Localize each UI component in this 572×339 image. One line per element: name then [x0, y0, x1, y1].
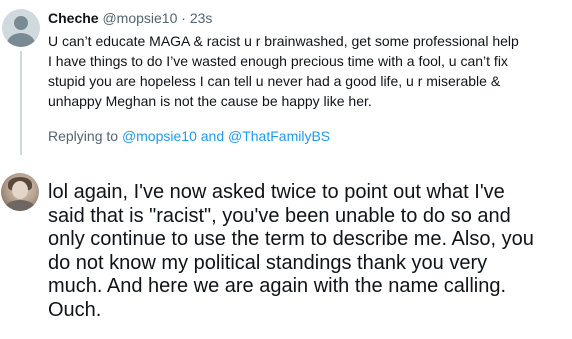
default-avatar-icon[interactable] — [2, 9, 40, 47]
mention-link-mopsie10[interactable]: @mopsie10 — [122, 128, 197, 144]
reply-text-line: said that is "racist", you've been unabl… — [48, 204, 511, 227]
reply-compose-text[interactable]: lol again, I've now asked twice to point… — [48, 181, 568, 322]
reply-text-line: do not know my political standings thank… — [48, 251, 488, 274]
tweet-thread: Cheche @mopsie10 · 23s U can’t educate M… — [0, 0, 572, 339]
reply-text-line: only continue to use the term to describ… — [48, 228, 534, 250]
reply-text-line: much. And here we are again with the nam… — [48, 275, 507, 297]
tweet-text: U can’t educate MAGA & racist u r brainw… — [48, 31, 568, 111]
tweet-text-line: U can’t educate MAGA & racist u r brainw… — [48, 33, 519, 49]
avatar-face — [12, 181, 28, 199]
separator-dot: · — [181, 10, 186, 26]
tweet-text-line: stupid you are hopeless I can tell u nev… — [48, 73, 501, 89]
user-handle[interactable]: @mopsie10 — [102, 10, 177, 26]
replying-to-and: and — [200, 128, 225, 144]
display-name[interactable]: Cheche — [48, 10, 99, 26]
thread-connector-line — [20, 51, 22, 155]
avatar-head — [14, 16, 28, 30]
mention-link-thatfamilybs[interactable]: @ThatFamilyBS — [228, 128, 330, 144]
user-avatar[interactable] — [1, 173, 39, 211]
tweet-text-line: I have things to do I’ve wasted enough p… — [48, 53, 508, 69]
reply-text-line: lol again, I've now asked twice to point… — [48, 181, 505, 203]
reply-text-line: Ouch. — [48, 298, 102, 321]
tweet-header: Cheche @mopsie10 · 23s — [48, 9, 212, 27]
replying-to: Replying to @mopsie10 and @ThatFamilyBS — [48, 127, 330, 145]
replying-to-label: Replying to — [48, 128, 119, 144]
avatar-shoulders — [5, 200, 35, 211]
avatar-body — [7, 33, 35, 47]
tweet-text-line: unhappy Meghan is not the cause be happy… — [48, 93, 372, 109]
timestamp[interactable]: 23s — [190, 10, 213, 26]
